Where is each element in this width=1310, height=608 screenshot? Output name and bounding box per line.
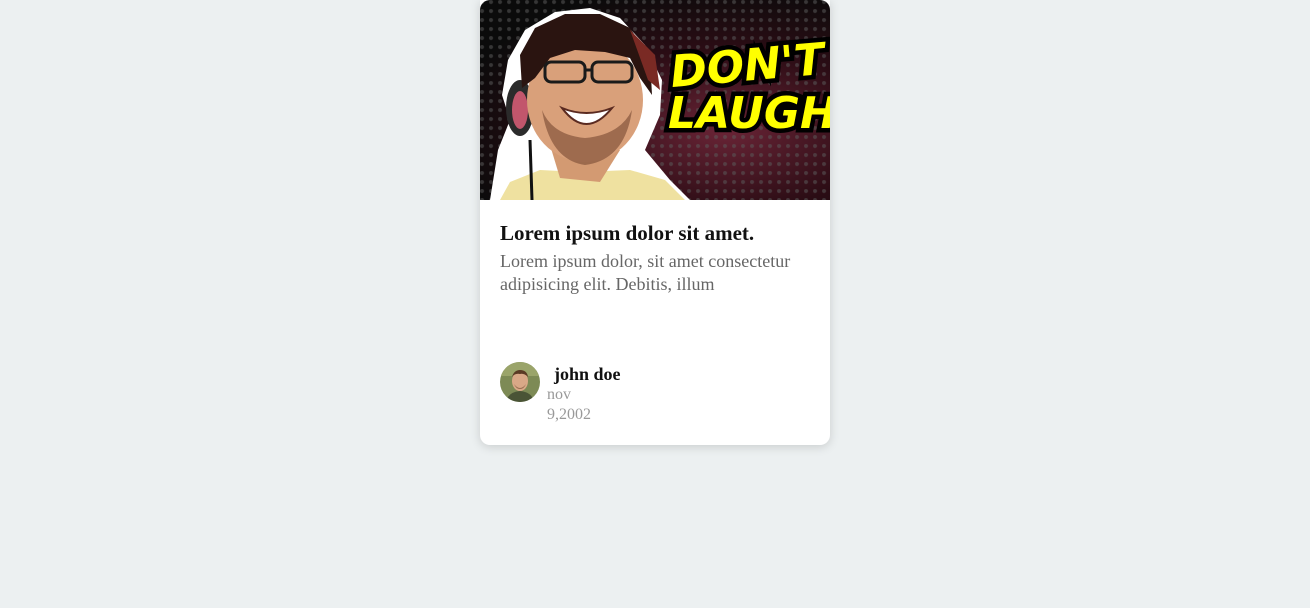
avatar bbox=[500, 362, 540, 402]
card-body: Lorem ipsum dolor sit amet. Lorem ipsum … bbox=[480, 200, 830, 296]
card-author: john doe nov 9,2002 bbox=[500, 362, 800, 432]
card-title: Lorem ipsum dolor sit amet. bbox=[500, 221, 755, 245]
user-avatar-icon bbox=[500, 362, 540, 402]
card-thumbnail-image: DON'T DON'T LAUGH LAUGH bbox=[480, 0, 830, 200]
author-name: john doe bbox=[554, 364, 621, 384]
laughing-man-thumbnail: DON'T DON'T LAUGH LAUGH bbox=[490, 8, 830, 200]
thumbnail-text-line2-fill: LAUGH bbox=[668, 88, 830, 139]
card-description: Lorem ipsum dolor, sit amet consectetur … bbox=[500, 251, 791, 294]
blog-card: DON'T DON'T LAUGH LAUGH Lorem ipsum dolo… bbox=[480, 0, 830, 445]
post-date: nov 9,2002 bbox=[547, 386, 591, 423]
